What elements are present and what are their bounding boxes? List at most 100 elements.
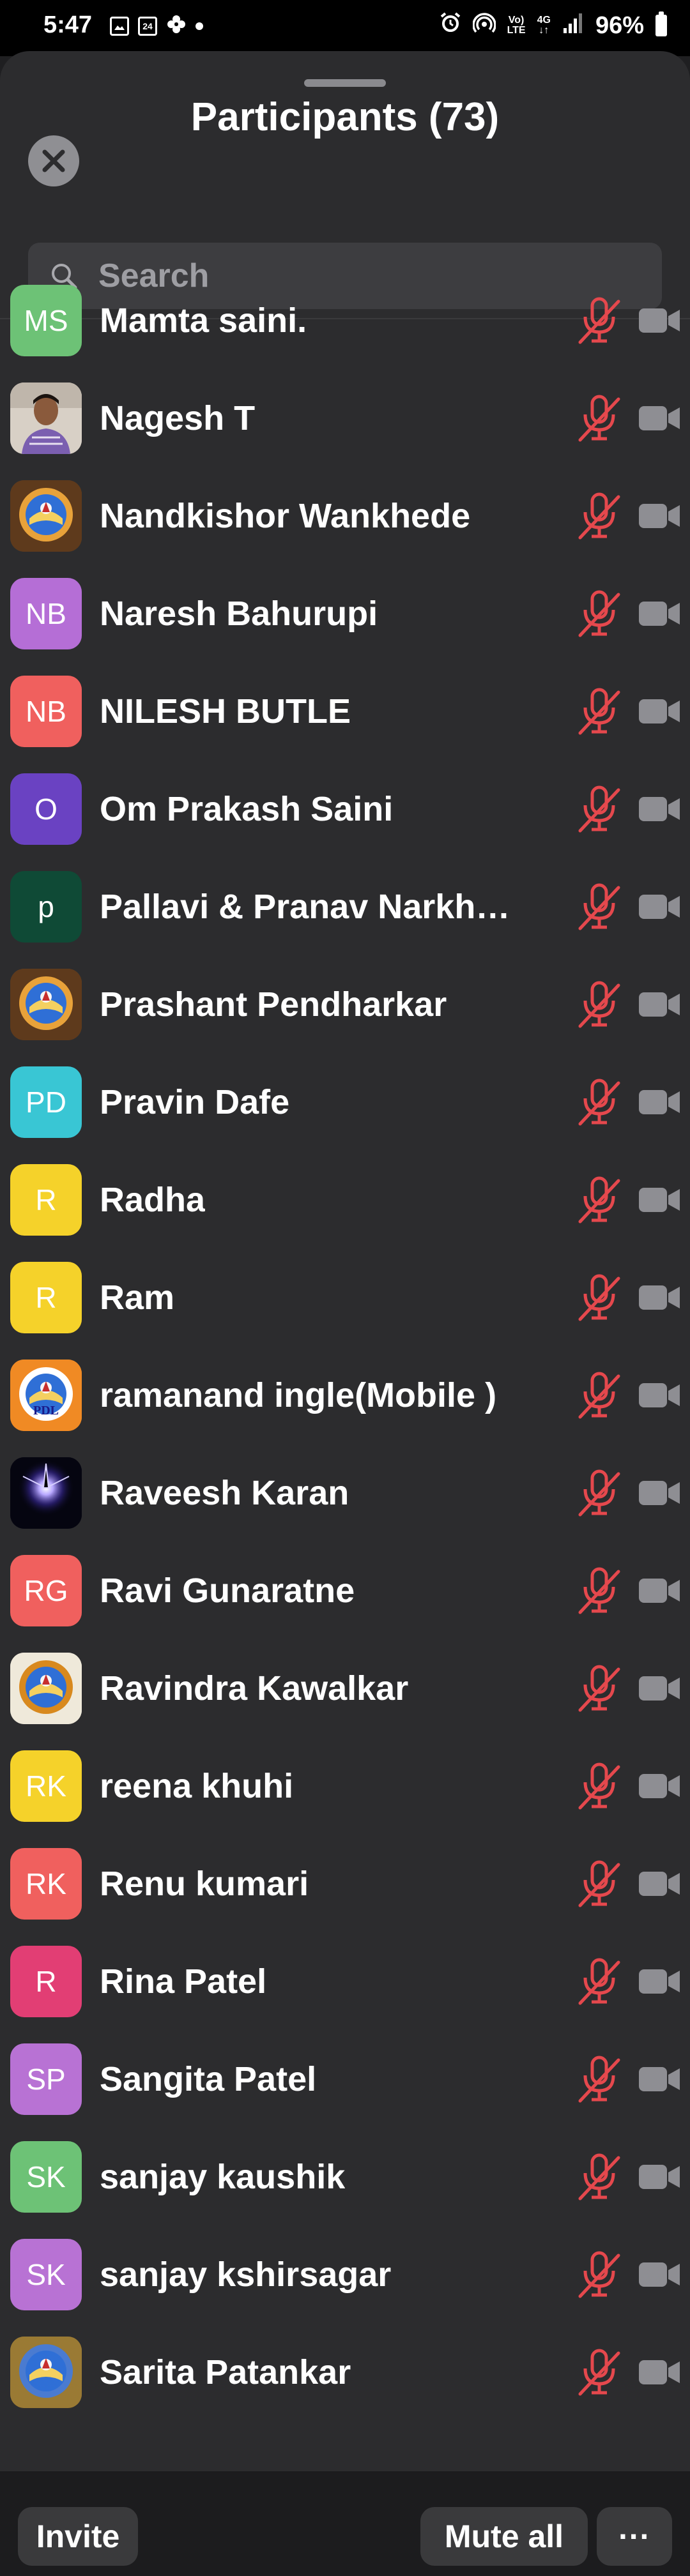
- avatar: NB: [10, 577, 82, 649]
- participant-row[interactable]: Prashant Pendharkar: [0, 955, 690, 1053]
- participant-row[interactable]: O Om Prakash Saini: [0, 760, 690, 858]
- mic-muted-icon[interactable]: [576, 492, 622, 540]
- video-camera-icon[interactable]: [636, 303, 682, 338]
- mic-muted-icon[interactable]: [576, 687, 622, 736]
- avatar-initials: MS: [24, 303, 68, 337]
- battery-icon: [656, 11, 667, 36]
- video-camera-icon[interactable]: [636, 1964, 682, 1999]
- mic-muted-icon[interactable]: [576, 1273, 622, 1322]
- avatar: PDL: [10, 1359, 82, 1431]
- avatar: SP: [10, 2043, 82, 2115]
- participant-row[interactable]: R Rina Patel: [0, 1932, 690, 2030]
- avatar: R: [10, 1945, 82, 2017]
- video-camera-icon[interactable]: [636, 890, 682, 924]
- video-camera-icon[interactable]: [636, 694, 682, 729]
- video-camera-icon[interactable]: [636, 1867, 682, 1901]
- video-camera-icon[interactable]: [636, 2355, 682, 2390]
- avatar-initials: RK: [26, 1769, 66, 1803]
- avatar: p: [10, 870, 82, 943]
- mic-muted-icon[interactable]: [576, 2250, 622, 2299]
- participant-row[interactable]: MS Mamta saini.: [0, 271, 690, 369]
- avatar-initials: SK: [26, 2257, 66, 2291]
- participant-row[interactable]: RK reena khuhi: [0, 1737, 690, 1835]
- participant-row[interactable]: SK sanjay kaushik: [0, 2128, 690, 2225]
- video-camera-icon[interactable]: [636, 2160, 682, 2194]
- pinwheel-icon: [166, 14, 187, 38]
- mic-muted-icon[interactable]: [576, 1078, 622, 1126]
- participant-row[interactable]: RG Ravi Gunaratne: [0, 1542, 690, 1639]
- mic-muted-icon[interactable]: [576, 2153, 622, 2201]
- close-icon: [42, 149, 65, 172]
- video-camera-icon[interactable]: [636, 1183, 682, 1217]
- video-camera-icon[interactable]: [636, 1671, 682, 1706]
- mic-muted-icon[interactable]: [576, 1469, 622, 1517]
- participant-row[interactable]: RK Renu kumari: [0, 1835, 690, 1932]
- mic-muted-icon[interactable]: [576, 1566, 622, 1615]
- mute-all-button[interactable]: Mute all: [420, 2507, 588, 2566]
- participant-row[interactable]: NB Naresh Bahurupi: [0, 564, 690, 662]
- participant-name: Pallavi & Pranav Narkhede: [100, 887, 529, 926]
- participant-row[interactable]: Ravindra Kawalkar: [0, 1639, 690, 1737]
- video-camera-icon[interactable]: [636, 1769, 682, 1803]
- video-camera-icon[interactable]: [636, 499, 682, 533]
- mic-muted-icon[interactable]: [576, 589, 622, 638]
- mic-muted-icon[interactable]: [576, 1664, 622, 1713]
- mic-muted-icon[interactable]: [576, 296, 622, 345]
- video-camera-icon[interactable]: [636, 1573, 682, 1608]
- video-camera-icon[interactable]: [636, 987, 682, 1022]
- participant-row[interactable]: PDL ramanand ingle(Mobile ): [0, 1346, 690, 1444]
- mic-muted-icon[interactable]: [576, 1371, 622, 1420]
- avatar-initials: RK: [26, 1867, 66, 1900]
- invite-button[interactable]: Invite: [18, 2507, 138, 2566]
- participant-row[interactable]: Nagesh T: [0, 369, 690, 467]
- drag-handle[interactable]: [304, 79, 386, 87]
- participant-row[interactable]: Nandkishor Wankhede: [0, 467, 690, 564]
- mic-muted-icon[interactable]: [576, 394, 622, 443]
- mic-muted-icon[interactable]: [576, 1176, 622, 1224]
- video-camera-icon[interactable]: [636, 1280, 682, 1315]
- participant-row[interactable]: Raveesh Karan: [0, 1444, 690, 1542]
- mic-muted-icon[interactable]: [576, 785, 622, 833]
- participant-name: Raveesh Karan: [100, 1473, 349, 1512]
- mic-muted-icon[interactable]: [576, 1860, 622, 1908]
- video-camera-icon[interactable]: [636, 2062, 682, 2096]
- video-camera-icon[interactable]: [636, 1085, 682, 1119]
- avatar: [10, 1457, 82, 1529]
- avatar: [10, 480, 82, 552]
- video-camera-icon[interactable]: [636, 401, 682, 436]
- participant-row[interactable]: SP Sangita Patel: [0, 2030, 690, 2128]
- participant-name: Ravindra Kawalkar: [100, 1669, 409, 1708]
- participant-row[interactable]: R Ram: [0, 1248, 690, 1346]
- avatar-initials: R: [35, 1964, 57, 1998]
- participant-name: Prashant Pendharkar: [100, 985, 447, 1024]
- avatar: [10, 1652, 82, 1724]
- mic-muted-icon[interactable]: [576, 980, 622, 1029]
- video-camera-icon[interactable]: [636, 1476, 682, 1510]
- mic-muted-icon[interactable]: [576, 1957, 622, 2006]
- participant-row[interactable]: SK sanjay kshirsagar: [0, 2225, 690, 2323]
- more-options-button[interactable]: ···: [597, 2507, 672, 2566]
- video-camera-icon[interactable]: [636, 792, 682, 826]
- video-camera-icon[interactable]: [636, 2257, 682, 2292]
- calendar-icon: 24: [138, 16, 157, 36]
- participant-row[interactable]: PD Pravin Dafe: [0, 1053, 690, 1151]
- mic-muted-icon[interactable]: [576, 2348, 622, 2397]
- avatar: O: [10, 773, 82, 845]
- participant-row[interactable]: R Radha: [0, 1151, 690, 1248]
- participant-name: Sangita Patel: [100, 2059, 317, 2098]
- participant-name: Radha: [100, 1180, 206, 1219]
- hotspot-icon: [471, 11, 496, 40]
- mic-muted-icon[interactable]: [576, 883, 622, 931]
- volte-indicator: Vo) LTE: [507, 15, 526, 36]
- video-camera-icon[interactable]: [636, 596, 682, 631]
- video-camera-icon[interactable]: [636, 1378, 682, 1413]
- mic-muted-icon[interactable]: [576, 1762, 622, 1810]
- participant-row[interactable]: Sarita Patankar: [0, 2323, 690, 2421]
- alarm-icon: [440, 11, 461, 40]
- participant-row[interactable]: NB NILESH BUTLE: [0, 662, 690, 760]
- participants-list: MS Mamta saini. Nagesh T Nandkishor Wankhed…: [0, 271, 690, 2421]
- avatar-initials: NB: [26, 596, 66, 630]
- participant-row[interactable]: p Pallavi & Pranav Narkhede: [0, 858, 690, 955]
- mic-muted-icon[interactable]: [576, 2055, 622, 2103]
- close-button[interactable]: [28, 135, 79, 186]
